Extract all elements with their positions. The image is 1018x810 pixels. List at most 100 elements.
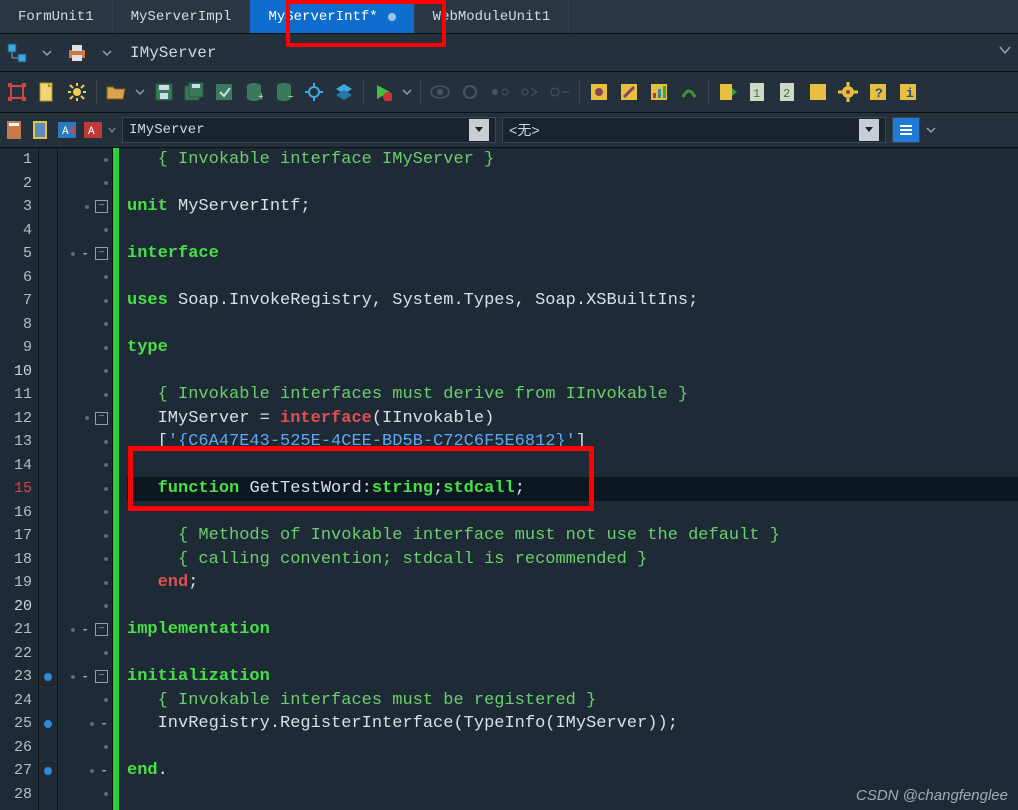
code-line[interactable]: { Invokable interface IMyServer }	[127, 148, 1018, 172]
nav-chevron[interactable]	[108, 119, 116, 141]
tool-chart-icon[interactable]	[648, 81, 670, 103]
filter-icon[interactable]	[4, 119, 26, 141]
method-combo[interactable]: <无>	[502, 117, 886, 143]
fold-toggle-icon[interactable]: −	[95, 670, 108, 683]
gear-icon[interactable]	[303, 81, 325, 103]
tab-bar: FormUnit1MyServerImplMyServerIntf*WebMod…	[0, 0, 1018, 34]
trace-icon[interactable]	[519, 81, 541, 103]
code-area[interactable]: { Invokable interface IMyServer } unit My…	[119, 148, 1018, 810]
document-icon[interactable]	[36, 81, 58, 103]
code-line[interactable]: function GetTestWord:string;stdcall;	[127, 477, 1018, 501]
new-spark-icon[interactable]	[66, 81, 88, 103]
breakpoint-icon[interactable]	[459, 81, 481, 103]
code-line[interactable]	[127, 266, 1018, 290]
db-add-icon[interactable]: +	[243, 81, 265, 103]
settings-gear-icon[interactable]	[837, 81, 859, 103]
fold-toggle-icon[interactable]: −	[95, 247, 108, 260]
modified-dot-icon	[388, 13, 396, 21]
tool-yellow-2-icon[interactable]	[807, 81, 829, 103]
open-recent-chevron[interactable]	[135, 81, 145, 103]
method-combo-value: <无>	[509, 120, 540, 140]
main-toolbar: + − 1 2 ? i	[0, 72, 1018, 113]
fold-toggle-icon[interactable]: −	[95, 200, 108, 213]
mark-a2-icon[interactable]: A	[82, 119, 104, 141]
fold-toggle-icon[interactable]: −	[95, 623, 108, 636]
printer-icon[interactable]	[66, 42, 88, 64]
code-line[interactable]	[127, 360, 1018, 384]
step-icon[interactable]	[489, 81, 511, 103]
code-line[interactable]: unit MyServerIntf;	[127, 195, 1018, 219]
tab-formunit1[interactable]: FormUnit1	[0, 0, 113, 33]
code-line[interactable]	[127, 642, 1018, 666]
code-line[interactable]: { calling convention; stdcall is recomme…	[127, 548, 1018, 572]
tool-2-icon[interactable]: 2	[777, 81, 799, 103]
class-combo[interactable]: IMyServer	[122, 117, 496, 143]
code-line[interactable]: implementation	[127, 618, 1018, 642]
class-dropdown-chevron[interactable]	[998, 43, 1012, 62]
code-line[interactable]: ['{C6A47E43-525E-4CEE-BD5B-C72C6F5E6812}…	[127, 430, 1018, 454]
db-remove-icon[interactable]: −	[273, 81, 295, 103]
tool-snake-icon[interactable]	[678, 81, 700, 103]
code-line[interactable]: type	[127, 336, 1018, 360]
save-as-icon[interactable]	[213, 81, 235, 103]
code-line[interactable]: { Methods of Invokable interface must no…	[127, 524, 1018, 548]
mark-a-icon[interactable]: A	[56, 119, 78, 141]
svg-text:i: i	[906, 86, 914, 101]
expand-icon[interactable]	[6, 81, 28, 103]
dropdown-arrow-icon[interactable]	[469, 119, 489, 141]
open-folder-icon[interactable]	[105, 81, 127, 103]
code-line[interactable]	[127, 172, 1018, 196]
svg-text:A: A	[62, 126, 69, 138]
code-line[interactable]: uses Soap.InvokeRegistry, System.Types, …	[127, 289, 1018, 313]
code-line[interactable]	[127, 454, 1018, 478]
watch-icon[interactable]	[429, 81, 451, 103]
code-line[interactable]: { Invokable interfaces must derive from …	[127, 383, 1018, 407]
dropdown-arrow-icon[interactable]	[859, 119, 879, 141]
layers-icon[interactable]	[333, 81, 355, 103]
structure-icon[interactable]	[6, 42, 28, 64]
tab-webmoduleunit1[interactable]: WebModuleUnit1	[415, 0, 570, 33]
run-icon[interactable]	[372, 81, 394, 103]
svg-text:1: 1	[753, 87, 760, 101]
list-menu-chevron[interactable]	[926, 119, 936, 141]
code-line[interactable]: end.	[127, 759, 1018, 783]
tab-myserverintf[interactable]: MyServerIntf*	[250, 0, 414, 33]
code-line[interactable]: end;	[127, 571, 1018, 595]
tool-1-icon[interactable]: 1	[747, 81, 769, 103]
class-name-label: IMyServer	[126, 44, 216, 62]
tool-edit-icon[interactable]	[618, 81, 640, 103]
code-line[interactable]	[127, 736, 1018, 760]
inspect-icon[interactable]	[549, 81, 571, 103]
save-all-icon[interactable]	[183, 81, 205, 103]
fold-toggle-icon[interactable]: −	[95, 412, 108, 425]
svg-text:+: +	[258, 92, 263, 102]
code-editor[interactable]: 1234567891011121314151617181920212223242…	[0, 148, 1018, 810]
code-line[interactable]	[127, 595, 1018, 619]
breakpoint-gutter[interactable]	[39, 148, 58, 810]
line-number-gutter: 1234567891011121314151617181920212223242…	[0, 148, 39, 810]
code-line[interactable]	[127, 219, 1018, 243]
info-icon[interactable]: i	[897, 81, 919, 103]
tool-yellow-1-icon[interactable]	[588, 81, 610, 103]
code-line[interactable]: interface	[127, 242, 1018, 266]
chevron-down-icon[interactable]	[36, 42, 58, 64]
save-icon[interactable]	[153, 81, 175, 103]
tool-build-icon[interactable]	[717, 81, 739, 103]
code-line[interactable]: IMyServer = interface(IInvokable)	[127, 407, 1018, 431]
breakpoint-dot-icon[interactable]	[44, 767, 52, 775]
code-line[interactable]	[127, 313, 1018, 337]
run-menu-chevron[interactable]	[402, 81, 412, 103]
svg-text:−: −	[288, 92, 293, 102]
help-icon[interactable]: ?	[867, 81, 889, 103]
list-view-icon[interactable]	[892, 117, 920, 143]
fold-gutter[interactable]: −-−−-−-−--	[58, 148, 113, 810]
code-line[interactable]: InvRegistry.RegisterInterface(TypeInfo(I…	[127, 712, 1018, 736]
chevron-down-icon[interactable]	[96, 42, 118, 64]
tab-myserverimpl[interactable]: MyServerImpl	[113, 0, 251, 33]
breakpoint-dot-icon[interactable]	[44, 673, 52, 681]
code-line[interactable]	[127, 501, 1018, 525]
code-line[interactable]: { Invokable interfaces must be registere…	[127, 689, 1018, 713]
class-view-icon[interactable]	[30, 119, 52, 141]
code-line[interactable]: initialization	[127, 665, 1018, 689]
breakpoint-dot-icon[interactable]	[44, 720, 52, 728]
